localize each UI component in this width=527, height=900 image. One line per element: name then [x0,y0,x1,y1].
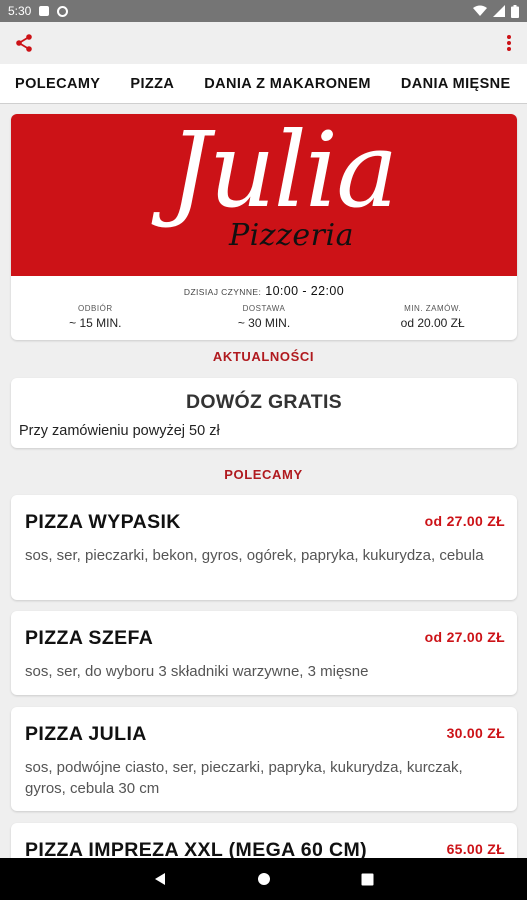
item-price: 65.00 ZŁ [446,841,505,857]
news-section-title: AKTUALNOŚCI [212,349,315,364]
item-price: 30.00 ZŁ [446,725,505,741]
item-price: od 27.00 ZŁ [424,629,505,645]
menu-item[interactable]: PIZZA SZEFA od 27.00 ZŁ sos, ser, do wyb… [11,611,517,695]
item-name: PIZZA SZEFA [25,627,154,649]
item-name: PIZZA JULIA [25,723,147,745]
stat-value: od 20.00 ZŁ [400,316,465,330]
item-description: sos, ser, pieczarki, bekon, gyros, ogóre… [25,547,484,564]
menu-item[interactable]: PIZZA JULIA 30.00 ZŁ sos, podwójne ciast… [11,707,517,811]
stat-label: ODBIÓR [78,304,113,313]
news-title: DOWÓZ GRATIS [186,391,342,413]
stat-value: ~ 15 MIN. [69,316,122,330]
sync-icon [57,5,69,17]
stat-min-order: MIN. ZAMÓW. od 20.00 ZŁ [348,304,517,330]
news-card[interactable]: DOWÓZ GRATIS Przy zamówieniu powyżej 50 … [11,378,517,448]
item-description: sos, ser, do wyboru 3 składniki warzywne… [25,663,369,680]
news-text: Przy zamówieniu powyżej 50 zł [19,423,220,439]
more-vert-icon[interactable] [505,33,513,53]
stat-delivery: DOSTAWA ~ 30 MIN. [180,304,349,330]
recents-icon[interactable] [361,873,374,886]
restaurant-stats: ODBIÓR ~ 15 MIN. DOSTAWA ~ 30 MIN. MIN. … [11,304,517,330]
share-icon[interactable] [14,33,34,53]
tab-dania-z-makaronem[interactable]: DANIA Z MAKARONEM [189,64,386,103]
wifi-icon [473,5,487,16]
menu-section-title: POLECAMY [224,467,303,482]
stat-label: DOSTAWA [242,304,286,313]
restaurant-banner: Julia Pizzeria [11,114,517,276]
notification-icon [39,6,50,16]
system-nav-bar [0,858,527,900]
home-icon[interactable] [257,872,271,886]
tab-dania-miesne[interactable]: DANIA MIĘSNE [386,64,526,103]
logo-pizzeria: Pizzeria [229,218,354,253]
menu-item[interactable]: PIZZA WYPASIK od 27.00 ZŁ sos, ser, piec… [11,495,517,600]
scroll-content[interactable]: Julia Pizzeria DZISIAJ CZYNNE: 10:00 - 22… [0,104,527,858]
item-name: PIZZA IMPREZA XXL (MEGA 60 CM) [25,839,368,858]
tab-pizza[interactable]: PIZZA [115,64,189,103]
opening-hours: DZISIAJ CZYNNE: 10:00 - 22:00 [11,284,517,298]
app-bar [0,22,527,64]
back-icon[interactable] [153,872,167,886]
status-time: 5:30 [8,4,32,18]
item-name: PIZZA WYPASIK [25,511,181,533]
menu-item[interactable]: PIZZA IMPREZA XXL (MEGA 60 CM) 65.00 ZŁ [11,823,517,858]
item-description: sos, podwójne ciasto, ser, pieczarki, pa… [25,759,463,797]
stat-label: MIN. ZAMÓW. [404,304,462,313]
status-bar: 5:30 [0,0,527,22]
hours-value: 10:00 - 22:00 [265,284,345,298]
stat-value: ~ 30 MIN. [237,316,291,330]
logo-julia: Julia [169,114,398,231]
stat-pickup: ODBIÓR ~ 15 MIN. [11,304,180,330]
hours-label: DZISIAJ CZYNNE: [183,287,262,297]
restaurant-card: Julia Pizzeria DZISIAJ CZYNNE: 10:00 - 22… [11,114,517,340]
category-tabs: POLECAMY PIZZA DANIA Z MAKARONEM DANIA M… [0,64,527,104]
item-price: od 27.00 ZŁ [424,513,505,529]
tab-polecamy[interactable]: POLECAMY [0,64,115,103]
battery-icon [511,4,519,18]
signal-icon [493,5,505,17]
